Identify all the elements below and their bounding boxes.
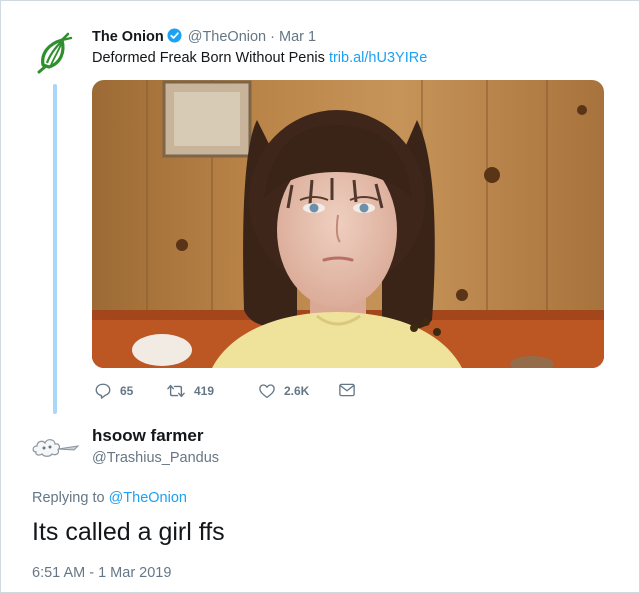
retweet-icon <box>167 384 185 398</box>
tweet-link[interactable]: trib.al/hU3YIRe <box>329 50 427 66</box>
reply-action[interactable]: 65 <box>94 382 133 400</box>
like-icon <box>259 384 275 399</box>
author-name[interactable]: The Onion <box>92 29 164 45</box>
verified-badge-icon <box>167 28 182 47</box>
replying-to-line: Replying to @TheOnion <box>32 490 187 506</box>
original-tweet-text: Deformed Freak Born Without Penis trib.a… <box>92 50 427 66</box>
thread-connector-line <box>53 84 57 414</box>
retweet-count: 419 <box>194 384 215 398</box>
reply-text: Its called a girl ffs <box>32 518 225 546</box>
reply-author-name[interactable]: hsoow farmer <box>92 426 203 446</box>
replying-to-handle[interactable]: @TheOnion <box>109 490 187 506</box>
cloud-avatar-icon[interactable] <box>30 432 86 462</box>
tweet-date[interactable]: Mar 1 <box>279 29 316 45</box>
photo-illustration <box>92 80 604 368</box>
message-action[interactable] <box>338 382 356 398</box>
reply-count: 65 <box>120 384 134 398</box>
retweet-action[interactable]: 419 <box>166 382 214 400</box>
message-icon <box>339 383 355 397</box>
separator-dot: · <box>270 29 275 45</box>
original-tweet-header: The Onion @TheOnion · Mar 1 <box>92 28 316 47</box>
like-count: 2.6K <box>284 384 310 398</box>
tweet-body: Deformed Freak Born Without Penis <box>92 50 325 66</box>
like-action[interactable]: 2.6K <box>258 382 309 400</box>
replying-prefix: Replying to <box>32 490 105 506</box>
tweet-photo[interactable] <box>92 80 604 368</box>
author-handle[interactable]: @TheOnion <box>188 29 266 45</box>
reply-author-handle[interactable]: @Trashius_Pandus <box>92 450 219 466</box>
onion-logo-icon[interactable] <box>34 32 78 76</box>
reply-timestamp[interactable]: 6:51 AM - 1 Mar 2019 <box>32 565 171 581</box>
reply-icon <box>95 383 111 399</box>
